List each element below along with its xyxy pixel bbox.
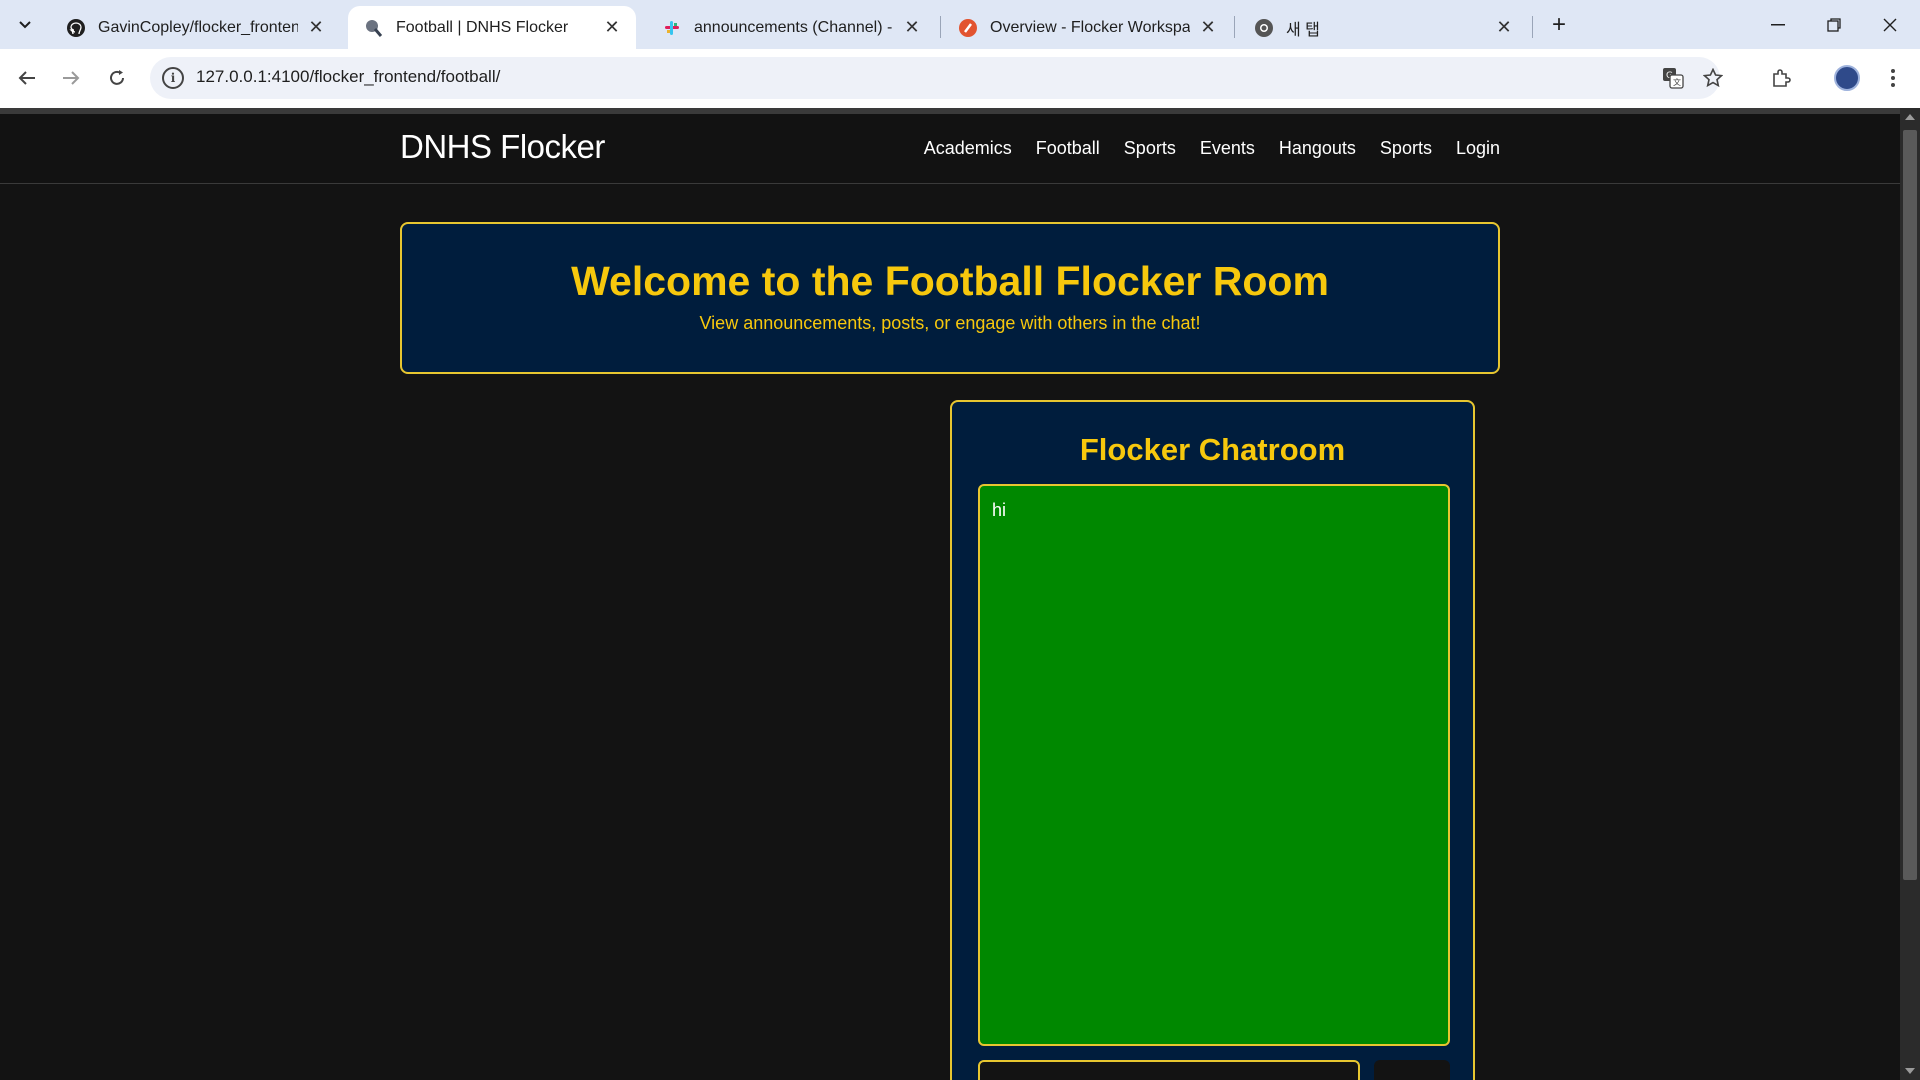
new-tab-icon[interactable]: + (1543, 9, 1575, 41)
tab-close-icon[interactable]: ✕ (902, 17, 922, 38)
nav-link-sports[interactable]: Sports (1124, 138, 1176, 159)
tab-close-icon[interactable]: ✕ (1494, 17, 1514, 38)
tab-separator (1234, 16, 1235, 38)
profile-avatar[interactable] (1830, 61, 1864, 95)
browser-toolbar: i 127.0.0.1:4100/flocker_frontend/footba… (0, 49, 1920, 108)
tab-separator (1532, 16, 1533, 38)
reload-icon[interactable] (98, 59, 136, 97)
svg-text:文: 文 (1673, 77, 1681, 87)
browser-tab-github[interactable]: GavinCopley/flocker_frontend: F ✕ (50, 6, 340, 49)
nav-link-academics[interactable]: Academics (924, 138, 1012, 159)
translate-icon[interactable]: G文 (1658, 63, 1688, 93)
back-icon[interactable] (8, 59, 46, 97)
tab-title: GavinCopley/flocker_frontend: F (98, 18, 298, 36)
browser-tab-slack[interactable]: announcements (Channel) - CS ✕ (646, 6, 936, 49)
page-scrollbar[interactable] (1900, 108, 1920, 1080)
tab-close-icon[interactable]: ✕ (602, 17, 622, 38)
chat-input[interactable] (978, 1060, 1360, 1080)
tab-title: 새 탭 (1286, 21, 1320, 39)
chatroom-title: Flocker Chatroom (1079, 432, 1346, 467)
site-nav: Academics Football Sports Events Hangout… (924, 138, 1500, 159)
scroll-up-icon[interactable] (1905, 114, 1915, 120)
minimize-icon[interactable] (1750, 0, 1806, 49)
flocker-icon (364, 18, 384, 38)
nav-link-hangouts[interactable]: Hangouts (1279, 138, 1356, 159)
tab-separator (940, 16, 941, 38)
github-icon (66, 18, 86, 38)
forward-icon[interactable] (52, 59, 90, 97)
bookmark-star-icon[interactable] (1698, 63, 1728, 93)
menu-kebab-icon[interactable] (1876, 61, 1910, 95)
nav-link-events[interactable]: Events (1200, 138, 1255, 159)
chat-message: hi (992, 500, 1007, 520)
page-title: Welcome to the Football Flocker Room (571, 258, 1329, 304)
tab-title: Football | DNHS Flocker (396, 18, 569, 36)
nav-link-sports-2[interactable]: Sports (1380, 138, 1432, 159)
page-viewport: DNHS Flocker Academics Football Sports E… (0, 108, 1900, 1080)
chatroom-panel: Flocker Chatroom hi (950, 400, 1475, 1080)
extensions-icon[interactable] (1764, 61, 1798, 95)
send-button[interactable] (1374, 1060, 1450, 1080)
chrome-icon (1254, 18, 1274, 38)
scrollbar-thumb[interactable] (1903, 130, 1917, 880)
chat-messages[interactable]: hi (978, 484, 1450, 1046)
tab-search-icon[interactable] (10, 10, 40, 40)
workspace-icon (958, 18, 978, 38)
tab-close-icon[interactable]: ✕ (306, 17, 326, 38)
site-info-icon[interactable]: i (162, 67, 184, 89)
browser-tab-strip: GavinCopley/flocker_frontend: F ✕ Footba… (0, 0, 1920, 49)
scroll-down-icon[interactable] (1905, 1068, 1915, 1074)
site-brand[interactable]: DNHS Flocker (400, 128, 605, 166)
tab-title: announcements (Channel) - CS (694, 18, 894, 36)
address-bar[interactable]: i 127.0.0.1:4100/flocker_frontend/footba… (150, 57, 1723, 99)
restore-icon[interactable] (1806, 0, 1862, 49)
nav-link-login[interactable]: Login (1456, 138, 1500, 159)
welcome-banner: Welcome to the Football Flocker Room Vie… (400, 222, 1500, 374)
slack-icon (662, 18, 682, 38)
page-subtitle: View announcements, posts, or engage wit… (699, 313, 1201, 333)
browser-tab-new[interactable]: 새 탭 ✕ (1238, 6, 1528, 49)
nav-link-football[interactable]: Football (1036, 138, 1100, 159)
tab-close-icon[interactable]: ✕ (1198, 17, 1218, 38)
close-window-icon[interactable] (1862, 0, 1918, 49)
tab-title: Overview - Flocker Workspace (990, 18, 1190, 36)
browser-tab-workspace[interactable]: Overview - Flocker Workspace ✕ (942, 6, 1232, 49)
avatar (1834, 65, 1860, 91)
browser-tab-football[interactable]: Football | DNHS Flocker ✕ (348, 6, 636, 49)
site-header: DNHS Flocker Academics Football Sports E… (0, 114, 1900, 184)
url-text[interactable]: 127.0.0.1:4100/flocker_frontend/football… (196, 67, 500, 87)
